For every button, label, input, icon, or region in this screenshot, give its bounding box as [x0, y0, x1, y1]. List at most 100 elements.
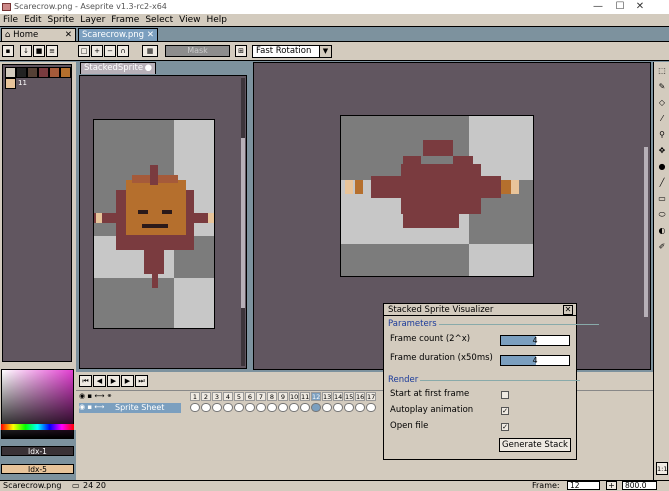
blur-tool-icon[interactable]: ◐: [656, 224, 668, 237]
foreground-color-index[interactable]: Idx-1: [1, 446, 74, 456]
start-first-frame-checkbox[interactable]: [501, 391, 509, 399]
stacked-sprite-canvas[interactable]: [93, 119, 215, 329]
frame-number[interactable]: 14: [333, 392, 343, 401]
open-file-checkbox[interactable]: ✓: [501, 423, 509, 431]
cel-active[interactable]: [311, 403, 321, 412]
vertical-scrollbar[interactable]: [644, 147, 648, 317]
maximize-button[interactable]: ☐: [610, 0, 630, 14]
close-icon[interactable]: ●: [145, 63, 152, 74]
frame-number[interactable]: 2: [201, 392, 211, 401]
frame-input[interactable]: 12: [567, 481, 600, 490]
pivot-icon[interactable]: ⊞: [235, 45, 247, 57]
ratio-button[interactable]: 1:1: [656, 462, 668, 475]
background-color-index[interactable]: Idx-5: [1, 464, 74, 474]
frame-number[interactable]: 11: [300, 392, 310, 401]
cel[interactable]: [344, 403, 354, 412]
zoom-input[interactable]: 800.0: [622, 481, 657, 490]
selection-add-icon[interactable]: +: [91, 45, 103, 57]
mask-button[interactable]: Mask: [165, 45, 230, 57]
palette-swatch[interactable]: [16, 67, 27, 78]
rectangle-tool-icon[interactable]: ▭: [656, 192, 668, 205]
frame-count-slider[interactable]: 4: [500, 335, 570, 346]
cel[interactable]: [223, 403, 233, 412]
line-tool-icon[interactable]: ╱: [656, 176, 668, 189]
frame-number[interactable]: 16: [355, 392, 365, 401]
eyedropper-tool-icon[interactable]: ⁄: [656, 112, 668, 125]
selection-subtract-icon[interactable]: −: [104, 45, 116, 57]
frame-number[interactable]: 6: [245, 392, 255, 401]
menu-view[interactable]: View: [176, 14, 203, 27]
sprite-canvas[interactable]: [340, 115, 534, 277]
selection-replace-icon[interactable]: □: [78, 45, 90, 57]
palette-swatch[interactable]: [49, 67, 60, 78]
menu-help[interactable]: Help: [203, 14, 230, 27]
cel[interactable]: [355, 403, 365, 412]
palette-swatch[interactable]: [5, 67, 16, 78]
frame-number[interactable]: 15: [344, 392, 354, 401]
fill-tool-icon[interactable]: ●: [656, 160, 668, 173]
lock-icon[interactable]: ▪: [87, 392, 92, 400]
menu-file[interactable]: File: [0, 14, 21, 27]
pixel-grid-icon[interactable]: ▦: [142, 45, 158, 57]
cel[interactable]: [322, 403, 332, 412]
chevron-down-icon[interactable]: ▼: [319, 46, 331, 57]
palette-swatch[interactable]: [5, 78, 16, 89]
cel[interactable]: [190, 403, 200, 412]
first-frame-button[interactable]: ⏮: [79, 375, 92, 387]
cel[interactable]: [256, 403, 266, 412]
cel[interactable]: [245, 403, 255, 412]
add-frame-button[interactable]: +: [606, 481, 617, 490]
selection-intersect-icon[interactable]: ∩: [117, 45, 129, 57]
menu-layer[interactable]: Layer: [77, 14, 108, 27]
play-button[interactable]: ▶: [107, 375, 120, 387]
contour-tool-icon[interactable]: ⬭: [656, 208, 668, 221]
next-frame-button[interactable]: ▶: [121, 375, 134, 387]
tab-scarecrow-close-icon[interactable]: ✕: [147, 29, 154, 41]
stacked-sprite-tab[interactable]: StackedSprite ●: [80, 62, 156, 74]
menu-sprite[interactable]: Sprite: [45, 14, 78, 27]
frame-number[interactable]: 8: [267, 392, 277, 401]
menu-select[interactable]: Select: [142, 14, 176, 27]
layer-row[interactable]: ◉ ▪ ⟷ Sprite Sheet: [79, 403, 181, 413]
continuous-icon[interactable]: ⟷: [94, 392, 104, 400]
ink-tool-icon[interactable]: ✐: [656, 240, 668, 253]
cel[interactable]: [278, 403, 288, 412]
cel[interactable]: [234, 403, 244, 412]
scrollbar-thumb[interactable]: [241, 138, 245, 308]
cel[interactable]: [300, 403, 310, 412]
menu-edit[interactable]: Edit: [21, 14, 44, 27]
zoom-tool-icon[interactable]: ⚲: [656, 128, 668, 141]
layers-icon[interactable]: ≡: [46, 45, 58, 57]
palette-swatch[interactable]: [27, 67, 38, 78]
cel[interactable]: [366, 403, 376, 412]
frame-number[interactable]: 17: [366, 392, 376, 401]
last-frame-button[interactable]: ⏭: [135, 375, 148, 387]
frame-number[interactable]: 13: [322, 392, 332, 401]
frame-number[interactable]: 10: [289, 392, 299, 401]
cel[interactable]: [201, 403, 211, 412]
frame-number[interactable]: 1: [190, 392, 200, 401]
frame-number[interactable]: 3: [212, 392, 222, 401]
frame-number[interactable]: 9: [278, 392, 288, 401]
dialog-close-icon[interactable]: ✕: [563, 305, 573, 315]
rotation-algorithm-select[interactable]: Fast Rotation ▼: [252, 45, 332, 58]
palette-swatch[interactable]: [38, 67, 49, 78]
link-icon[interactable]: ⚭: [107, 392, 113, 400]
cel[interactable]: [289, 403, 299, 412]
menu-frame[interactable]: Frame: [108, 14, 142, 27]
save-icon[interactable]: ■: [33, 45, 45, 57]
palette-swatch[interactable]: [60, 67, 71, 78]
pencil-tool-icon[interactable]: ✎: [656, 80, 668, 93]
layer-eye-icon[interactable]: ◉ ▪ ⟷: [79, 403, 104, 411]
close-window-button[interactable]: ✕: [630, 0, 650, 14]
lock-icon[interactable]: ▪: [2, 45, 14, 57]
scrollbar-track[interactable]: [241, 78, 245, 366]
cel[interactable]: [212, 403, 222, 412]
frame-number[interactable]: 5: [234, 392, 244, 401]
tab-scarecrow[interactable]: Scarecrow.png ✕: [78, 28, 158, 41]
frame-duration-slider[interactable]: 4: [500, 355, 570, 366]
cel[interactable]: [333, 403, 343, 412]
download-icon[interactable]: ↓: [20, 45, 32, 57]
generate-stack-button[interactable]: Generate Stack: [499, 438, 571, 452]
tab-home-close-icon[interactable]: ✕: [65, 29, 72, 41]
